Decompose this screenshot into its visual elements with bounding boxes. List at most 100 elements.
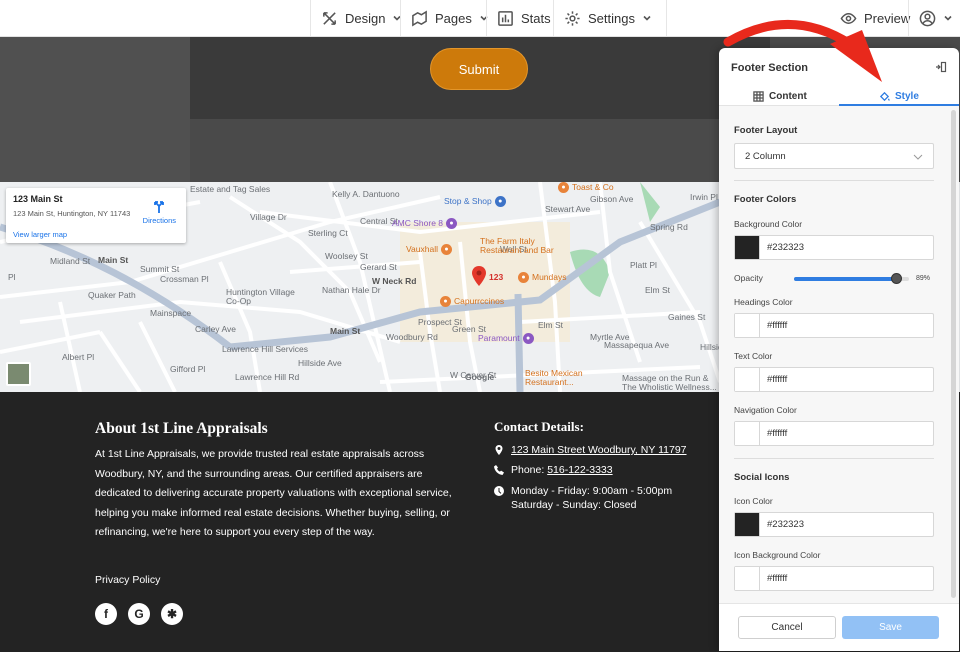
map-place-card: 123 Main St 123 Main St, Huntington, NY … (6, 188, 186, 243)
grid-icon (753, 91, 764, 102)
icon-color-label: Icon Color (734, 496, 773, 506)
phone-link[interactable]: 516-122-3333 (547, 464, 612, 476)
panel-title: Footer Section (731, 62, 809, 74)
clock-icon (494, 486, 504, 496)
contact-hours: Monday - Friday: 9:00am - 5:00pm Saturday… (494, 484, 672, 512)
headings-color-field[interactable]: #ffffff (734, 313, 934, 338)
view-larger-map-link[interactable]: View larger map (13, 230, 67, 239)
design-tools-icon (323, 11, 336, 25)
nav-settings[interactable]: Settings (553, 0, 667, 36)
nav-pages-label: Pages (435, 10, 472, 26)
hours-weekdays: Monday - Friday: 9:00am - 5:00pm (511, 485, 673, 497)
map-poi[interactable]: ● Toast & Co (558, 182, 614, 194)
map-poi[interactable]: Paramount ● (478, 333, 537, 345)
tab-content-label: Content (769, 91, 807, 102)
map-label: Elm St (538, 320, 564, 330)
facebook-icon[interactable]: f (95, 603, 117, 625)
tab-style-label: Style (895, 91, 919, 102)
privacy-policy-link[interactable]: Privacy Policy (95, 574, 160, 586)
map-poi[interactable]: ● Mundays (518, 272, 567, 284)
opacity-label: Opacity (734, 273, 763, 283)
map-label: Platt Pl (630, 260, 657, 270)
footer-layout-heading: Footer Layout (734, 125, 798, 136)
icon-background-color-field[interactable]: #ffffff (734, 566, 934, 591)
nav-design-label: Design (345, 10, 386, 26)
map-label: Stewart Ave (545, 204, 591, 214)
color-swatch[interactable] (735, 368, 760, 391)
chevron-down-icon (643, 15, 651, 21)
poi-label: Toast & Co (572, 182, 614, 192)
opacity-slider-handle[interactable] (891, 273, 903, 284)
hours-weekend: Saturday - Sunday: Closed (511, 499, 637, 511)
map-label: Carley Ave (195, 324, 236, 334)
icon-color-field[interactable]: #232323 (734, 512, 934, 537)
map-label: Summit St (140, 264, 180, 274)
about-text: At 1st Line Appraisals, we provide trust… (95, 448, 452, 539)
color-swatch[interactable] (735, 513, 760, 536)
collapse-panel-icon[interactable] (935, 61, 947, 73)
section-background (0, 37, 190, 182)
location-pin-icon (495, 445, 503, 455)
poi-label: Vauxhall (406, 244, 438, 254)
map-label: Albert Pl (62, 352, 95, 362)
icon-color-value: #232323 (767, 519, 804, 530)
background-color-label: Background Color (734, 219, 803, 229)
account-menu[interactable] (908, 0, 960, 36)
panel-scrollbar[interactable] (951, 110, 956, 598)
map-label: Massage on the Run & The Wholistic Welln… (622, 373, 717, 392)
tab-style[interactable]: Style (879, 88, 919, 105)
map-label: Irwin Pl (690, 192, 718, 202)
opacity-slider[interactable] (794, 273, 909, 284)
top-navigation: Design Pages Stats Settings Preview (0, 0, 960, 37)
nav-pages[interactable]: Pages (400, 0, 499, 36)
address-link[interactable]: 123 Main Street Woodbury, NY 11797 (511, 443, 687, 457)
text-color-value: #ffffff (767, 374, 788, 385)
map-label: Sterling Ct (308, 228, 348, 238)
preview-button[interactable]: Preview (830, 0, 920, 36)
navigation-color-value: #ffffff (767, 428, 788, 439)
map-label: Gaines St (668, 312, 706, 322)
poi-label: Paramount (478, 333, 520, 343)
opacity-slider-fill (794, 277, 897, 281)
map-label: Nathan Hale Dr (322, 285, 381, 295)
nav-design[interactable]: Design (310, 0, 412, 36)
map-label: Estate and Tag Sales (190, 184, 271, 194)
divider (734, 180, 934, 181)
about-heading: About 1st Line Appraisals (95, 420, 268, 437)
stats-icon (498, 10, 513, 26)
google-icon[interactable]: G (128, 603, 150, 625)
map-label: Lawrence Hill Services (222, 344, 308, 354)
pages-icon (412, 10, 427, 26)
footer-layout-select[interactable]: 2 Column (734, 143, 934, 169)
navigation-color-field[interactable]: #ffffff (734, 421, 934, 446)
save-button[interactable]: Save (842, 616, 939, 639)
map-poi[interactable]: The Farm Italy Restaurant and Bar (480, 237, 555, 255)
color-swatch[interactable] (735, 567, 760, 590)
submit-button[interactable]: Submit (430, 48, 528, 90)
nav-stats[interactable]: Stats (486, 0, 561, 36)
yelp-icon[interactable]: ✱ (161, 603, 183, 625)
map-pin-icon[interactable] (472, 266, 486, 286)
text-color-label: Text Color (734, 351, 773, 361)
map-label: Quaker Path (88, 290, 136, 300)
text-color-field[interactable]: #ffffff (734, 367, 934, 392)
map-label: Huntington Village Co-Op (226, 287, 295, 306)
satellite-toggle[interactable] (6, 362, 31, 386)
phone-prefix: Phone: (511, 464, 548, 476)
map-poi[interactable]: Stop & Shop ● (444, 196, 509, 208)
color-swatch[interactable] (735, 236, 760, 259)
background-color-field[interactable]: #232323 (734, 235, 934, 260)
color-swatch[interactable] (735, 314, 760, 337)
map-label: Kelly A. Dantuono (332, 189, 400, 199)
map-poi[interactable]: ● Capurrccinos (440, 296, 504, 308)
directions-button[interactable]: Directions (143, 200, 176, 225)
map-poi[interactable]: AMC Shore 8 ● (392, 218, 460, 230)
map-label: Village Dr (250, 212, 287, 222)
map-poi[interactable]: Besito Mexican Restaurant... (525, 369, 595, 387)
paint-bucket-icon (879, 91, 890, 102)
directions-label: Directions (142, 216, 176, 225)
map-poi[interactable]: Vauxhall ● (406, 244, 455, 256)
color-swatch[interactable] (735, 422, 760, 445)
cancel-button[interactable]: Cancel (738, 616, 836, 639)
tab-content[interactable]: Content (753, 88, 807, 105)
